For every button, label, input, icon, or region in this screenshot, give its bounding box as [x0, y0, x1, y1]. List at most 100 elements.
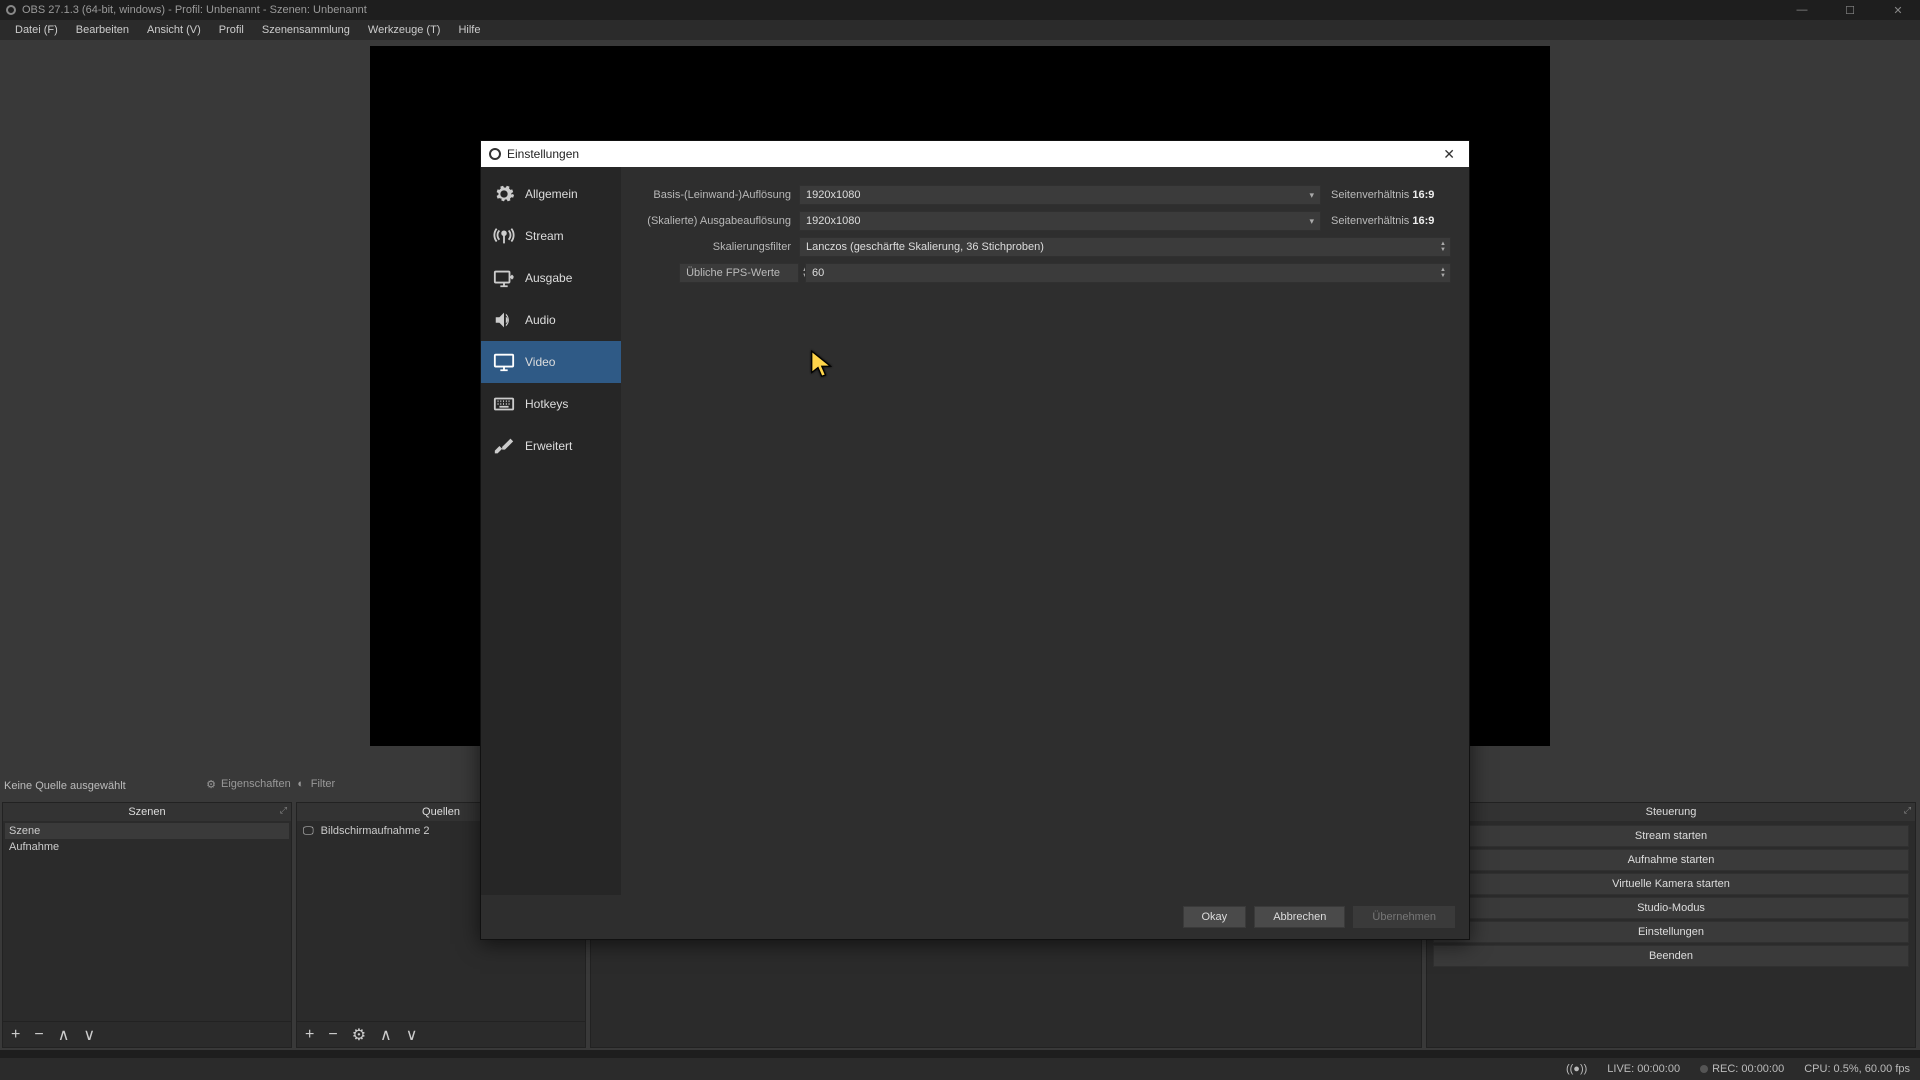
add-icon[interactable]: +: [11, 1026, 20, 1044]
sidebar-item-advanced[interactable]: Erweitert: [481, 425, 621, 467]
maximize-button[interactable]: ☐: [1834, 4, 1866, 17]
app-logo-icon: [6, 5, 16, 15]
menu-tools[interactable]: Werkzeuge (T): [359, 24, 450, 36]
start-stream-button[interactable]: Stream starten: [1433, 825, 1909, 847]
base-resolution-label: Basis-(Leinwand-)Auflösung: [639, 189, 799, 201]
sources-toolbar: + − ⚙ ∧ ∨: [297, 1021, 585, 1047]
monitor-icon: [493, 351, 515, 373]
chevron-down-icon: ▾: [1309, 216, 1314, 227]
gear-icon: ⚙: [205, 778, 217, 790]
start-recording-button[interactable]: Aufnahme starten: [1433, 849, 1909, 871]
filter-icon: ◐: [295, 778, 307, 790]
minimize-button[interactable]: —: [1786, 4, 1818, 17]
add-icon[interactable]: +: [305, 1026, 314, 1044]
cancel-button[interactable]: Abbrechen: [1254, 906, 1345, 928]
status-live: LIVE: 00:00:00: [1607, 1063, 1680, 1075]
scenes-title: Szenen: [128, 806, 165, 818]
antenna-icon: [493, 225, 515, 247]
sidebar-item-label: Audio: [525, 313, 556, 327]
sources-title: Quellen: [422, 806, 460, 818]
dialog-titlebar[interactable]: Einstellungen ✕: [481, 141, 1469, 167]
gear-icon: [493, 183, 515, 205]
apply-button[interactable]: Übernehmen: [1353, 906, 1455, 928]
menu-edit[interactable]: Bearbeiten: [67, 24, 138, 36]
keyboard-icon: [493, 393, 515, 415]
display-capture-icon: 🖵: [303, 825, 314, 837]
ok-button[interactable]: Okay: [1183, 906, 1247, 928]
move-up-icon[interactable]: ∧: [380, 1025, 392, 1045]
status-bar: ((●)) LIVE: 00:00:00 REC: 00:00:00 CPU: …: [0, 1058, 1920, 1080]
dialog-title: Einstellungen: [507, 147, 579, 161]
output-aspect-label: Seitenverhältnis 16:9: [1321, 215, 1451, 227]
menu-bar: Datei (F) Bearbeiten Ansicht (V) Profil …: [0, 20, 1920, 40]
sidebar-item-label: Ausgabe: [525, 271, 572, 285]
tools-icon: [493, 435, 515, 457]
output-resolution-label: (Skalierte) Ausgabeauflösung: [639, 215, 799, 227]
sidebar-item-hotkeys[interactable]: Hotkeys: [481, 383, 621, 425]
controls-header[interactable]: Steuerung ⤢: [1427, 803, 1915, 821]
menu-view[interactable]: Ansicht (V): [138, 24, 210, 36]
sidebar-item-label: Video: [525, 355, 555, 369]
spin-icon: ▲▼: [1440, 267, 1446, 279]
broadcast-icon: ((●)): [1566, 1063, 1587, 1075]
scene-item[interactable]: Aufnahme: [5, 839, 289, 855]
popout-icon[interactable]: ⤢: [280, 805, 287, 816]
controls-dock: Steuerung ⤢ Stream starten Aufnahme star…: [1426, 802, 1916, 1048]
chevron-down-icon: ▾: [1309, 190, 1314, 201]
sidebar-item-video[interactable]: Video: [481, 341, 621, 383]
dialog-close-button[interactable]: ✕: [1437, 146, 1461, 163]
base-resolution-combo[interactable]: 1920x1080 ▾: [799, 185, 1321, 205]
controls-title: Steuerung: [1646, 806, 1697, 818]
sidebar-item-output[interactable]: Ausgabe: [481, 257, 621, 299]
settings-sidebar: Allgemein Stream Ausgabe Audio Video Hot…: [481, 167, 621, 895]
fps-value-combo[interactable]: 60 ▲▼: [805, 263, 1451, 283]
menu-scene-collection[interactable]: Szenensammlung: [253, 24, 359, 36]
start-virtual-cam-button[interactable]: Virtuelle Kamera starten: [1433, 873, 1909, 895]
move-down-icon[interactable]: ∨: [406, 1025, 418, 1045]
video-settings-pane: Basis-(Leinwand-)Auflösung 1920x1080 ▾ S…: [621, 167, 1469, 895]
scenes-toolbar: + − ∧ ∨: [3, 1021, 291, 1047]
move-up-icon[interactable]: ∧: [58, 1025, 70, 1045]
speaker-icon: [493, 309, 515, 331]
popout-icon[interactable]: ⤢: [1904, 805, 1911, 816]
menu-help[interactable]: Hilfe: [449, 24, 489, 36]
filters-button[interactable]: Filter: [311, 778, 335, 790]
sidebar-item-general[interactable]: Allgemein: [481, 173, 621, 215]
window-title: OBS 27.1.3 (64-bit, windows) - Profil: U…: [22, 4, 367, 16]
no-source-label: Keine Quelle ausgewählt: [4, 780, 126, 792]
move-down-icon[interactable]: ∨: [83, 1025, 95, 1045]
settings-button[interactable]: Einstellungen: [1433, 921, 1909, 943]
dialog-button-row: Okay Abbrechen Übernehmen: [481, 895, 1469, 939]
menu-file[interactable]: Datei (F): [6, 24, 67, 36]
downscale-filter-combo[interactable]: Lanczos (geschärfte Skalierung, 36 Stich…: [799, 237, 1451, 257]
remove-icon[interactable]: −: [34, 1026, 43, 1044]
output-resolution-combo[interactable]: 1920x1080 ▾: [799, 211, 1321, 231]
exit-button[interactable]: Beenden: [1433, 945, 1909, 967]
properties-button[interactable]: Eigenschaften: [221, 778, 291, 790]
status-rec: REC: 00:00:00: [1712, 1063, 1784, 1075]
scene-item[interactable]: Szene: [5, 823, 289, 839]
studio-mode-button[interactable]: Studio-Modus: [1433, 897, 1909, 919]
scenes-header[interactable]: Szenen ⤢: [3, 803, 291, 821]
output-icon: [493, 267, 515, 289]
scenes-dock: Szenen ⤢ Szene Aufnahme + − ∧ ∨: [2, 802, 292, 1048]
remove-icon[interactable]: −: [328, 1026, 337, 1044]
menu-profile[interactable]: Profil: [210, 24, 253, 36]
window-titlebar: OBS 27.1.3 (64-bit, windows) - Profil: U…: [0, 0, 1920, 20]
status-cpu: CPU: 0.5%, 60.00 fps: [1804, 1063, 1910, 1075]
settings-dialog: Einstellungen ✕ Allgemein Stream Ausgabe…: [480, 140, 1470, 940]
gear-icon[interactable]: ⚙: [352, 1025, 366, 1045]
fps-type-combo[interactable]: Übliche FPS-Werte ▲▼: [679, 263, 799, 283]
rec-dot-icon: [1700, 1065, 1708, 1073]
sidebar-item-label: Erweitert: [525, 439, 572, 453]
sidebar-item-label: Allgemein: [525, 187, 578, 201]
app-logo-icon: [489, 148, 501, 160]
close-button[interactable]: ✕: [1882, 4, 1914, 17]
downscale-filter-label: Skalierungsfilter: [639, 241, 799, 253]
sidebar-item-audio[interactable]: Audio: [481, 299, 621, 341]
sidebar-item-stream[interactable]: Stream: [481, 215, 621, 257]
base-aspect-label: Seitenverhältnis 16:9: [1321, 189, 1451, 201]
spin-icon: ▲▼: [1440, 241, 1446, 253]
sidebar-item-label: Hotkeys: [525, 397, 568, 411]
sidebar-item-label: Stream: [525, 229, 564, 243]
